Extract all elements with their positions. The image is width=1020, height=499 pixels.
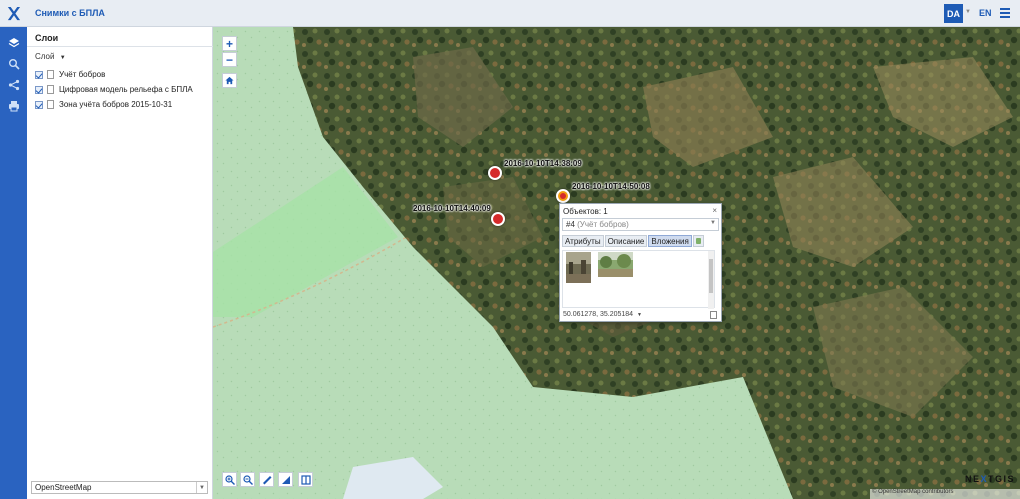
measure-area-button[interactable]	[278, 472, 293, 487]
layer-item[interactable]: Цифровая модель рельефа с БПЛА	[35, 82, 211, 97]
brand-x: X	[980, 474, 989, 484]
zoom-in-rect-button[interactable]	[222, 472, 237, 487]
map-attribution[interactable]: © OpenStreetMap contributors	[870, 489, 1020, 499]
object-layer: (Учёт бобров)	[577, 220, 629, 229]
tab-attributes[interactable]: Атрибуты	[562, 235, 604, 247]
layer-list: Учёт бобров Цифровая модель рельефа с БП…	[35, 67, 211, 112]
divider	[27, 46, 213, 47]
layer-checkbox[interactable]	[35, 100, 43, 109]
attachment-thumbnail[interactable]	[566, 252, 591, 283]
home-icon	[225, 76, 234, 85]
zoom-in-magnifier-icon	[224, 474, 235, 485]
marker-label: 2016-10-10T14:38:09	[504, 159, 582, 168]
layers-panel: Слои Слой ▼ Учёт бобров Цифровая модель …	[27, 27, 213, 499]
attachments-area	[562, 250, 715, 309]
zoom-out-button[interactable]: −	[222, 52, 237, 67]
layer-file-icon	[47, 85, 54, 94]
language-en-button[interactable]: EN	[979, 8, 992, 18]
zoom-out-magnifier-icon	[242, 474, 253, 485]
share-icon[interactable]	[5, 76, 22, 93]
caret-down-icon: ▼	[59, 55, 66, 61]
panel-title: Слои	[35, 33, 59, 43]
layer-label: Цифровая модель рельефа с БПЛА	[59, 85, 193, 94]
image-tab-icon[interactable]	[692, 235, 704, 247]
layer-menu-label: Слой	[35, 52, 55, 61]
layer-file-icon	[47, 100, 54, 109]
zoom-in-button[interactable]: +	[222, 36, 237, 51]
object-id: #4	[566, 220, 575, 229]
print-icon[interactable]	[5, 97, 22, 114]
map-marker[interactable]	[491, 212, 505, 226]
copy-icon[interactable]	[710, 311, 717, 319]
identify-button[interactable]	[298, 472, 313, 487]
area-icon	[281, 475, 290, 484]
basemap-value: OpenStreetMap	[35, 483, 92, 492]
brand-pre: NE	[965, 474, 981, 484]
layer-checkbox[interactable]	[35, 85, 43, 94]
attachment-thumbnail[interactable]	[598, 252, 633, 277]
chevron-down-icon[interactable]: ▼	[196, 482, 207, 493]
coordinates-readout[interactable]: 50.061278, 35.205184 ▼	[563, 311, 642, 318]
tab-description[interactable]: Описание	[604, 235, 648, 247]
app-root: Снимки с БПЛА DA ▼ EN Слои Слой ▼ Учёт б…	[0, 0, 1020, 499]
basemap-select[interactable]: OpenStreetMap ▼	[31, 481, 208, 494]
left-toolbar	[0, 27, 27, 499]
layers-icon[interactable]	[5, 34, 22, 51]
map-marker[interactable]	[488, 166, 502, 180]
ruler-icon	[262, 475, 271, 484]
app-title: Снимки с БПЛА	[35, 8, 105, 18]
layer-item[interactable]: Учёт бобров	[35, 67, 211, 82]
home-button[interactable]	[222, 73, 237, 88]
marker-label: 2016-10-10T14:40:09	[413, 204, 491, 213]
close-icon[interactable]: ×	[712, 206, 717, 215]
layer-item[interactable]: Зона учёта бобров 2015-10-31	[35, 97, 211, 112]
scrollbar-thumb[interactable]	[709, 259, 713, 293]
layer-checkbox[interactable]	[35, 70, 43, 79]
nextgis-brand: NEXTGIS	[965, 474, 1015, 484]
marker-label: 2016-10-10T14:50:08	[572, 182, 650, 191]
caret-down-icon[interactable]: ▼	[637, 312, 642, 318]
object-select[interactable]: #4 (Учёт бобров) ▼	[562, 218, 719, 231]
popup-tabs: Атрибуты Описание Вложения	[562, 235, 704, 247]
scrollbar[interactable]	[708, 251, 714, 309]
map-view[interactable]: + − 2016-10-10T14:38:09 2016-10-10T14:50…	[213, 27, 1020, 499]
chevron-down-icon[interactable]: ▼	[710, 220, 716, 226]
layer-label: Учёт бобров	[59, 70, 106, 79]
layer-menu-button[interactable]: Слой ▼	[35, 52, 66, 61]
coordinates-value: 50.061278, 35.205184	[563, 311, 634, 318]
layer-label: Зона учёта бобров 2015-10-31	[59, 100, 173, 109]
brand-post: TGIS	[988, 474, 1016, 484]
language-active-button[interactable]: DA	[944, 4, 963, 23]
nextgis-logo-icon[interactable]	[0, 0, 27, 27]
tab-attachments[interactable]: Вложения	[648, 235, 692, 247]
zoom-out-rect-button[interactable]	[240, 472, 255, 487]
popup-header: Объектов: 1	[563, 207, 608, 216]
identify-icon	[300, 474, 311, 485]
chevron-down-icon[interactable]: ▼	[965, 9, 971, 15]
header: Снимки с БПЛА DA ▼ EN	[0, 0, 1020, 27]
measure-distance-button[interactable]	[259, 472, 274, 487]
layer-file-icon	[47, 70, 54, 79]
identify-popup: Объектов: 1 × #4 (Учёт бобров) ▼ Атрибут…	[559, 203, 722, 322]
hamburger-menu-icon[interactable]	[1000, 8, 1010, 18]
map-marker-selected[interactable]	[556, 189, 570, 203]
search-icon[interactable]	[5, 55, 22, 72]
